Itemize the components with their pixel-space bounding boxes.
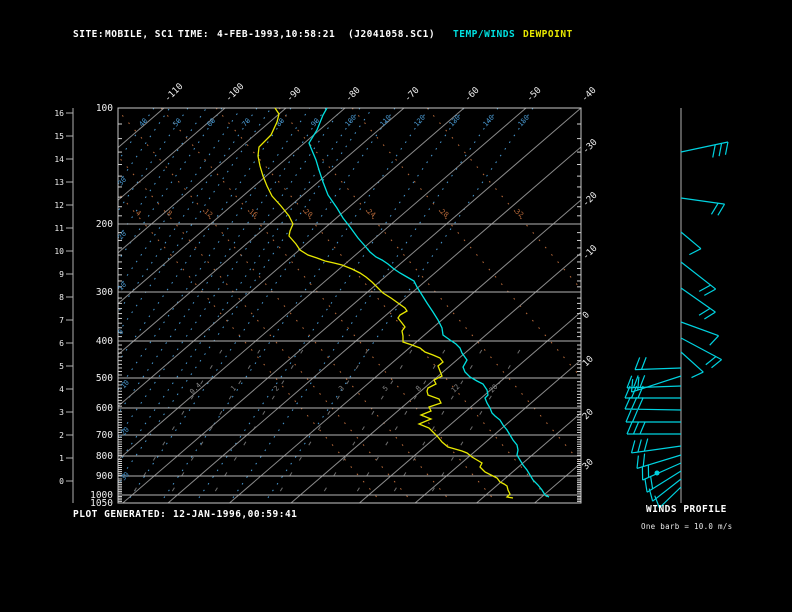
right-temp-label: 20 <box>581 407 596 422</box>
pressure-labels: 10020030040050060070080090010001050 <box>90 103 113 509</box>
height-tick-label: 1 <box>59 454 64 463</box>
right-temp-label: -10 <box>581 244 600 263</box>
isotherms <box>118 108 581 503</box>
mixing-ratio-labels: 0.4 1 2 3 5 8 12 20 <box>188 381 499 396</box>
top-temp-labels: -110 -100 -90 -80 -70 -60 -50 -40 <box>163 82 599 104</box>
top-temp-label: -90 <box>285 86 304 105</box>
height-scale: 012345678910111213141516 <box>54 108 74 503</box>
right-temp-labels: -30 -20 -10 0 10 20 30 <box>581 138 600 473</box>
height-tick-label: 13 <box>54 178 64 187</box>
dry-adiabat-label: 140 <box>482 114 496 129</box>
dry-adiabat-label: 60 <box>206 117 218 129</box>
plot-generated-value: 12-JAN-1996,00:59:41 <box>173 509 298 520</box>
moist-adiabat-label: 24 <box>365 208 377 219</box>
pressure-tick-label: 1050 <box>90 498 113 509</box>
mixing-ratio-label: 1 <box>229 384 238 393</box>
top-temp-label: -40 <box>580 86 599 105</box>
moist-adiabat-label: 4 <box>134 209 142 218</box>
dry-adiabats <box>118 108 534 503</box>
dry-adiabat-label: 40 <box>138 117 150 129</box>
winds-profile-title: WINDS PROFILE <box>646 504 727 515</box>
skewt-chart: 1002003004005006007008009001000105001234… <box>54 82 729 509</box>
mixing-ratio-label: 5 <box>381 384 390 393</box>
pressure-tick-label: 900 <box>96 471 113 482</box>
moist-adiabat-label: 8 <box>165 209 173 218</box>
mixing-ratio-label: 3 <box>337 384 346 393</box>
top-temp-label: -80 <box>344 86 363 105</box>
mixing-ratio-lines <box>127 349 521 503</box>
height-tick-label: 12 <box>54 201 64 210</box>
dry-adiabat-label: 150 <box>517 114 531 129</box>
pressure-tick-label: 400 <box>96 336 113 347</box>
height-tick-label: 10 <box>54 247 64 256</box>
mixing-ratio-label: 12 <box>450 383 462 395</box>
dry-adiabat-label: 100 <box>344 114 358 129</box>
dry-adiabat-label: -30 <box>117 471 131 486</box>
right-temp-label: 0 <box>581 310 592 321</box>
height-tick-label: 6 <box>59 339 64 348</box>
pressure-tick-label: 200 <box>96 219 113 230</box>
moist-adiabats <box>118 108 581 503</box>
mixing-ratio-label: 20 <box>488 383 500 395</box>
mixing-ratio-label: 8 <box>414 384 423 393</box>
right-temp-label: 30 <box>581 457 596 472</box>
moist-adiabat-labels: 4 8 12 16 20 24 28 32 <box>134 208 525 219</box>
pressure-tick-label: 800 <box>96 451 113 462</box>
height-tick-label: 4 <box>59 385 64 394</box>
pressure-tick-label: 100 <box>96 103 113 114</box>
pressure-tick-label: 600 <box>96 403 113 414</box>
height-tick-label: 8 <box>59 293 64 302</box>
top-temp-label: -100 <box>224 82 246 104</box>
skewt-screen: SITE: MOBILE, SC1 TIME: 4-FEB-1993,10:58… <box>0 0 792 612</box>
top-temp-label: -50 <box>525 86 544 105</box>
right-temp-label: -30 <box>581 138 600 157</box>
top-temp-label: -60 <box>463 86 482 105</box>
wind-station-dot <box>654 470 660 476</box>
dry-adiabat-label: 120 <box>413 114 427 129</box>
dry-adiabat-label: 50 <box>172 117 184 129</box>
winds-profile <box>624 108 729 509</box>
height-tick-label: 16 <box>54 109 64 118</box>
height-tick-label: 15 <box>54 132 64 141</box>
dry-adiabat-label: -10 <box>117 379 131 394</box>
moist-adiabat-label: 12 <box>202 208 214 219</box>
height-tick-label: 2 <box>59 431 64 440</box>
pressure-tick-label: 700 <box>96 430 113 441</box>
right-temp-label: 10 <box>581 354 596 369</box>
top-temp-label: -110 <box>163 82 185 104</box>
winds-scale-note: One barb = 10.0 m/s <box>641 522 733 531</box>
pressure-tick-label: 300 <box>96 287 113 298</box>
height-tick-label: 3 <box>59 408 64 417</box>
pressure-tick-label: 500 <box>96 373 113 384</box>
height-tick-label: 0 <box>59 477 64 486</box>
dry-adiabat-label: 70 <box>241 117 253 129</box>
moist-adiabat-label: 28 <box>438 208 450 219</box>
dry-adiabat-labels: 40 50 60 70 80 90 100 110 120 130 140 1503020100-10… <box>117 114 531 486</box>
mixing-ratio-label: 2 <box>272 384 281 393</box>
dry-adiabat-label: 110 <box>379 114 393 129</box>
right-temp-label: -20 <box>581 191 600 210</box>
height-tick-label: 14 <box>54 155 64 164</box>
top-temp-label: -70 <box>403 86 422 105</box>
height-tick-label: 11 <box>54 224 64 233</box>
height-tick-label: 5 <box>59 362 64 371</box>
moist-adiabat-label: 20 <box>302 208 314 219</box>
dry-adiabat-label: 130 <box>448 114 462 129</box>
height-tick-label: 9 <box>59 270 64 279</box>
moist-adiabat-label: 32 <box>513 208 525 219</box>
height-tick-label: 7 <box>59 316 64 325</box>
plot-generated-label: PLOT GENERATED: <box>73 509 167 520</box>
